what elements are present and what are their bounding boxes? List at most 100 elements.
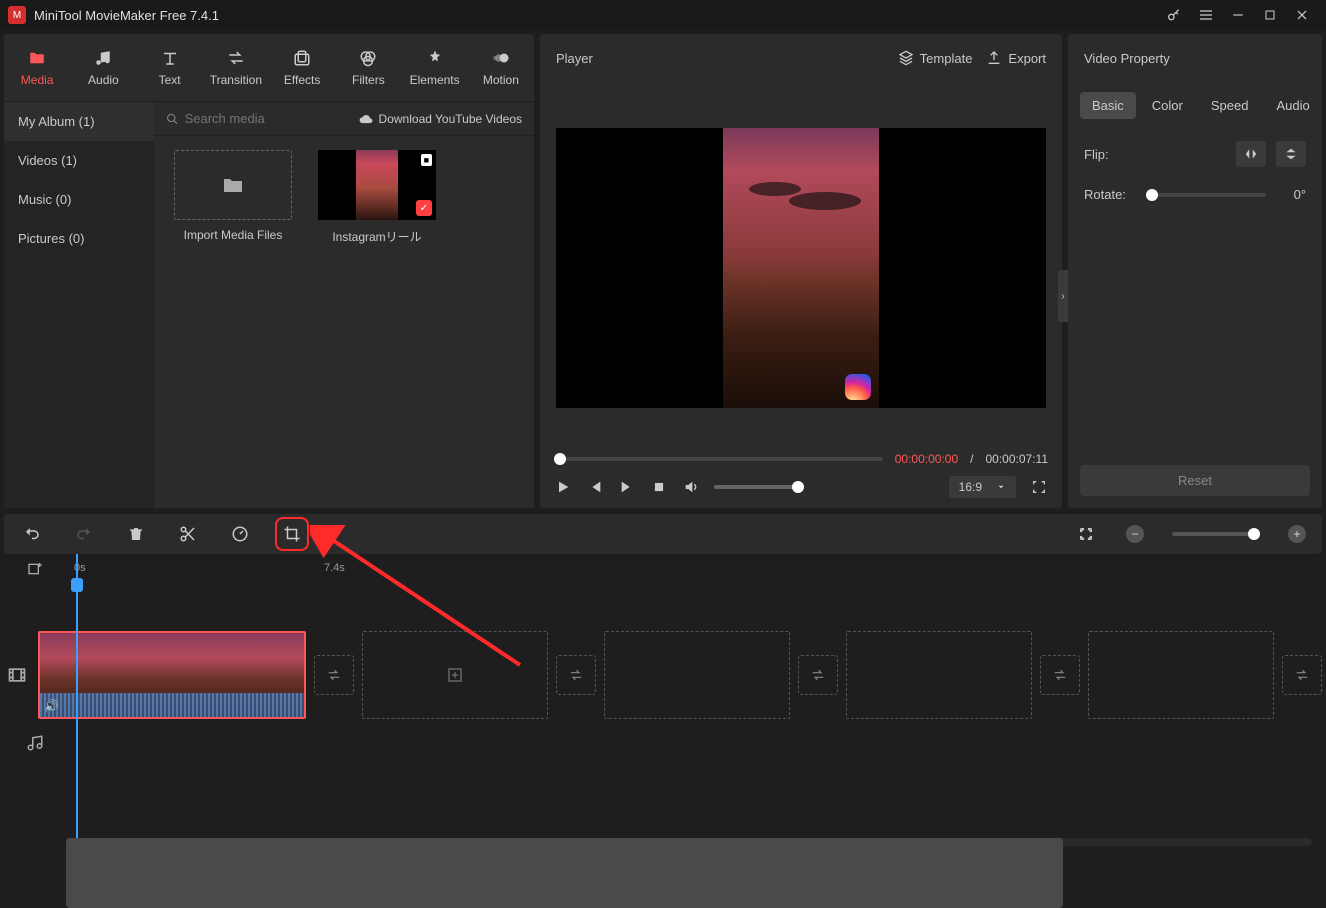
close-button[interactable] [1286,0,1318,30]
rotate-slider[interactable] [1146,193,1266,197]
maximize-button[interactable] [1254,0,1286,30]
transition-icon [227,49,245,67]
delete-button[interactable] [124,522,148,546]
tab-effects[interactable]: Effects [269,34,335,101]
player-viewport[interactable] [556,128,1046,408]
prop-tab-audio[interactable]: Audio [1264,92,1321,119]
volume-slider[interactable] [714,485,804,489]
video-badge-icon: ■ [421,154,432,166]
tab-media[interactable]: Media [4,34,70,101]
timeline-scrollbar[interactable] [66,838,1312,846]
property-title: Video Property [1084,51,1170,66]
transition-slot[interactable] [1040,655,1080,695]
folder-open-icon [221,173,245,197]
sidebar-item-myalbum[interactable]: My Album (1) [4,102,154,141]
add-track-button[interactable] [21,557,49,581]
player-panel: Player Template Export [540,34,1062,508]
sidebar-item-music[interactable]: Music (0) [4,180,154,219]
tab-filters[interactable]: Filters [335,34,401,101]
tab-effects-label: Effects [284,73,320,87]
expand-panel-button[interactable]: › [1058,270,1068,322]
zoom-slider[interactable] [1172,532,1260,536]
download-youtube-link[interactable]: Download YouTube Videos [359,112,522,126]
mute-button[interactable] [682,478,700,496]
tab-audio[interactable]: Audio [70,34,136,101]
tab-elements[interactable]: Elements [402,34,468,101]
top-tabs: Media Audio Text Transition Effects Filt… [4,34,534,102]
timeline: 0s 7.4s 🔊 [4,554,1322,850]
export-icon [986,50,1002,66]
tab-transition-label: Transition [210,73,262,87]
sidebar-item-videos[interactable]: Videos (1) [4,141,154,180]
audio-track[interactable] [66,698,1322,788]
transition-slot[interactable] [798,655,838,695]
play-button[interactable] [554,478,572,496]
chevron-down-icon [996,482,1006,492]
media-clip-thumbnail[interactable]: ■ ✓ [318,150,436,220]
reset-button[interactable]: Reset [1080,465,1310,496]
next-frame-button[interactable] [618,478,636,496]
time-current: 00:00:00:00 [895,452,958,466]
prop-tab-basic[interactable]: Basic [1080,92,1136,119]
split-button[interactable] [176,522,200,546]
time-separator: / [970,452,973,466]
fullscreen-button[interactable] [1030,478,1048,496]
property-panel: Video Property Basic Color Speed Audio F… [1068,34,1322,508]
transition-slot[interactable] [556,655,596,695]
prev-frame-button[interactable] [586,478,604,496]
player-title: Player [556,51,593,66]
cloud-download-icon [359,112,373,126]
timeline-toolbar: − + [4,514,1322,554]
audio-track-icon [26,734,44,752]
prop-tab-speed[interactable]: Speed [1199,92,1261,119]
minimize-button[interactable] [1222,0,1254,30]
media-content: Download YouTube Videos Import Media Fil… [154,102,534,508]
tab-text[interactable]: Text [137,34,203,101]
aspect-ratio-value: 16:9 [959,480,982,494]
aspect-ratio-select[interactable]: 16:9 [949,476,1016,498]
rotate-value: 0° [1276,187,1306,202]
media-sidebar: My Album (1) Videos (1) Music (0) Pictur… [4,102,154,508]
flip-vertical-button[interactable] [1276,141,1306,167]
activate-icon[interactable] [1158,0,1190,30]
search-icon [166,112,179,126]
player-progress-slider[interactable] [554,457,883,461]
flip-label: Flip: [1084,147,1136,162]
template-button[interactable]: Template [898,50,973,66]
library-panel: Media Audio Text Transition Effects Filt… [4,34,534,508]
playhead[interactable] [76,554,78,840]
sidebar-item-pictures[interactable]: Pictures (0) [4,219,154,258]
crop-button[interactable] [280,522,304,546]
import-media-label: Import Media Files [184,228,283,242]
zoom-in-button[interactable]: + [1288,525,1306,543]
undo-button[interactable] [20,522,44,546]
tab-transition[interactable]: Transition [203,34,269,101]
export-label: Export [1008,51,1046,66]
transition-slot[interactable] [1282,655,1322,695]
speed-button[interactable] [228,522,252,546]
prop-tab-color[interactable]: Color [1140,92,1195,119]
filters-icon [359,49,377,67]
download-youtube-label: Download YouTube Videos [379,112,522,126]
tab-text-label: Text [159,73,181,87]
search-input[interactable] [166,111,349,126]
export-button[interactable]: Export [986,50,1046,66]
video-track-icon [7,665,27,685]
import-media-button[interactable] [174,150,292,220]
clip-audio-icon: 🔊 [44,699,59,713]
flip-horizontal-button[interactable] [1236,141,1266,167]
menu-icon[interactable] [1190,0,1222,30]
time-total: 00:00:07:11 [985,452,1048,466]
transition-slot[interactable] [314,655,354,695]
fit-timeline-button[interactable] [1074,522,1098,546]
app-logo: M [8,6,26,24]
checkmark-badge-icon: ✓ [416,200,432,216]
zoom-out-button[interactable]: − [1126,525,1144,543]
stop-button[interactable] [650,478,668,496]
elements-icon [426,49,444,67]
redo-button[interactable] [72,522,96,546]
search-field[interactable] [185,111,349,126]
instagram-badge-icon [845,374,871,400]
tab-motion-label: Motion [483,73,519,87]
tab-motion[interactable]: Motion [468,34,534,101]
